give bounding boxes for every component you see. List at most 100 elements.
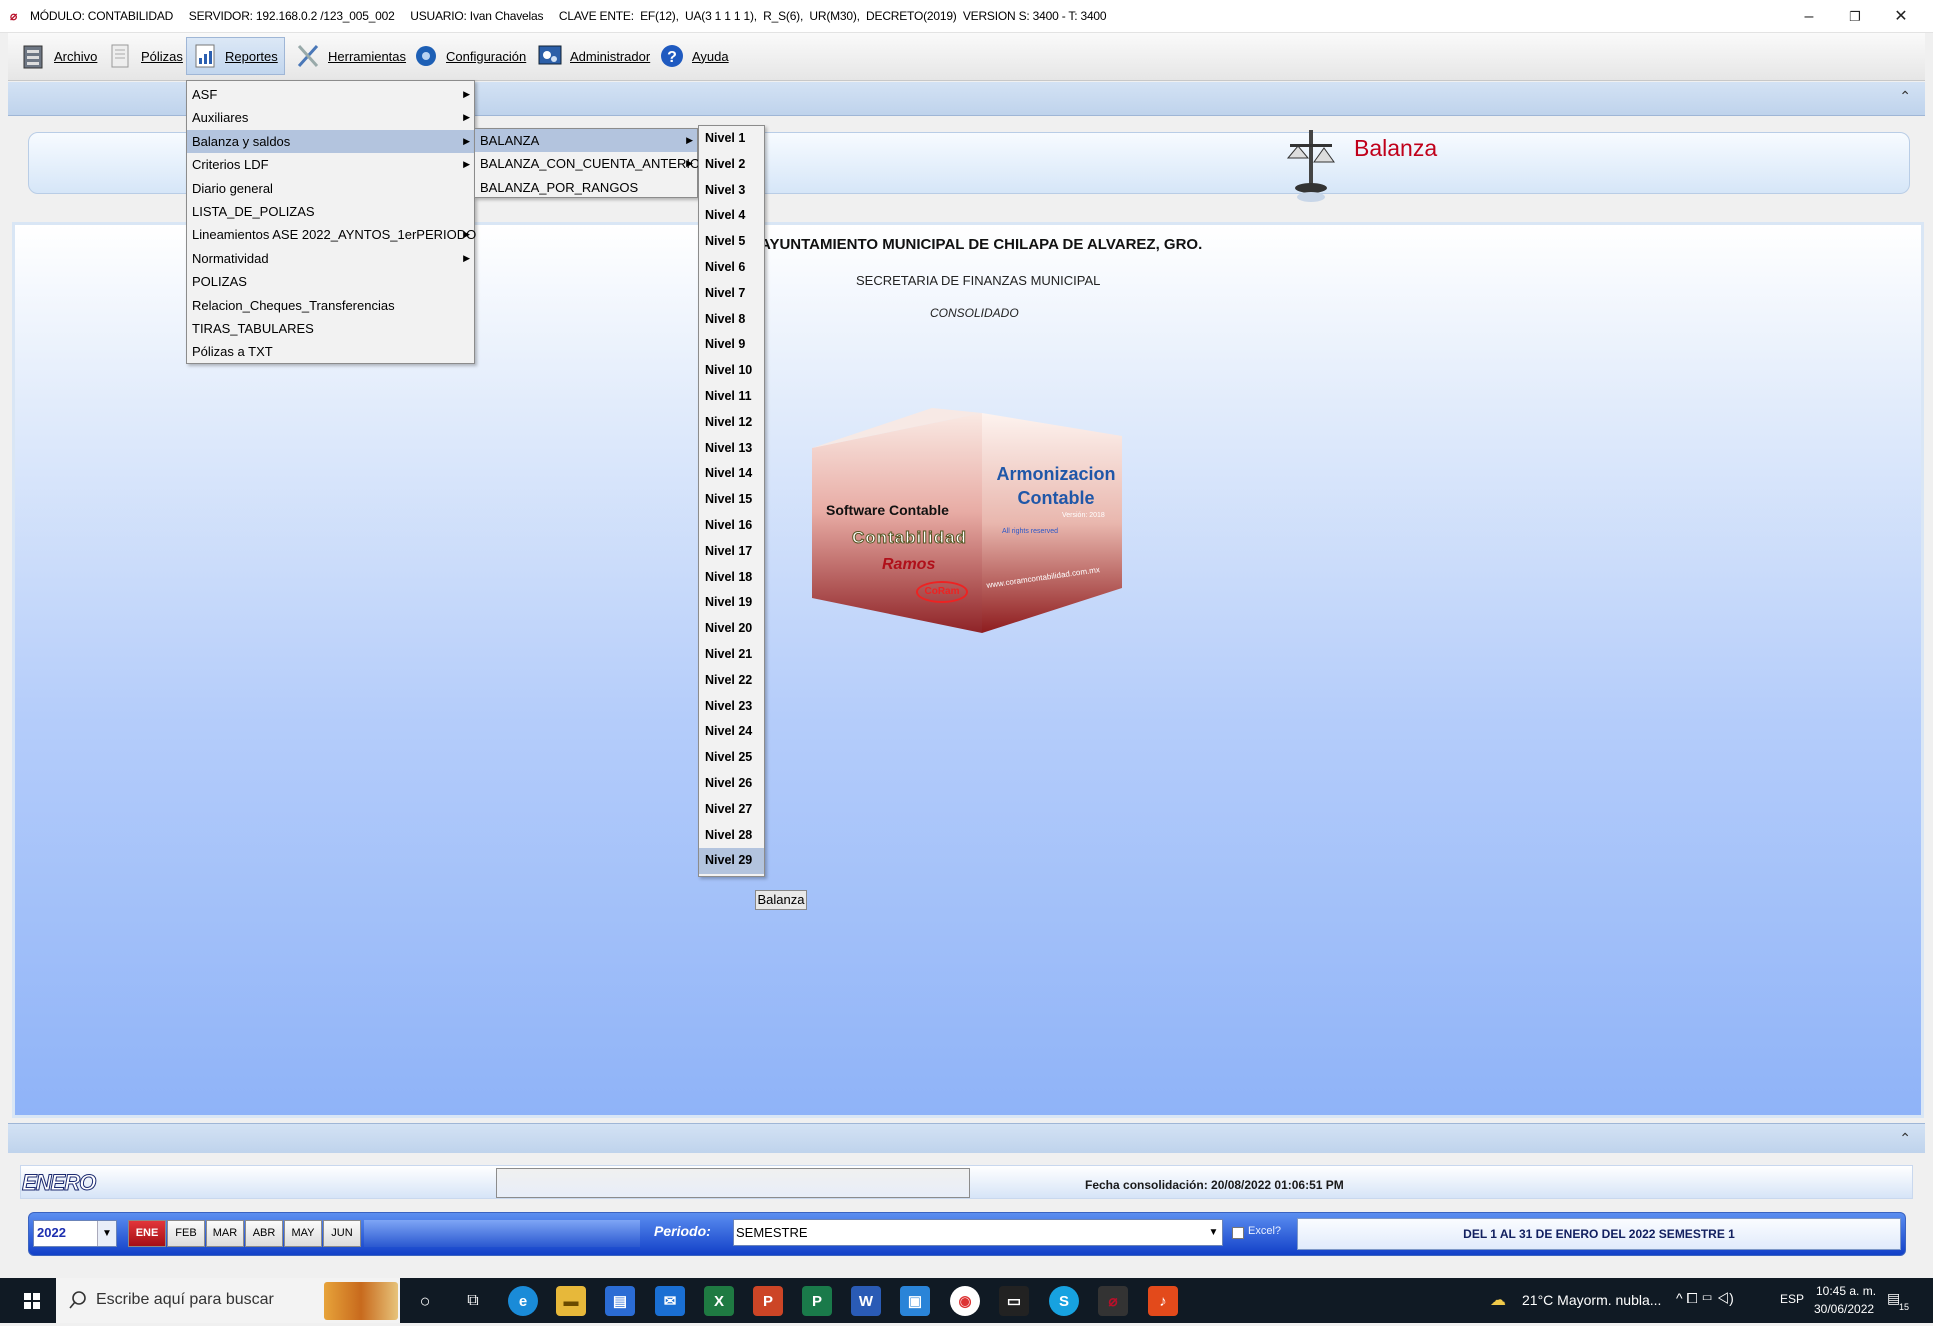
menu-item-auxiliares[interactable]: Auxiliares ▶ [187, 106, 474, 129]
menu-archivo[interactable]: Archivo [16, 37, 103, 75]
menu-item-nivel-13[interactable]: Nivel 13 [699, 436, 764, 462]
menu-configuracion[interactable]: Configuración [408, 37, 532, 75]
menu-item-balanza-con-cuenta-anterior[interactable]: BALANZA_CON_CUENTA_ANTERIOR ▶ [475, 152, 709, 175]
bottom-collapse-strip: ⌃ [8, 1123, 1925, 1153]
consolidation-date: Fecha consolidación: 20/08/2022 01:06:51… [1085, 1178, 1344, 1192]
menu-item-nivel-25[interactable]: Nivel 25 [699, 745, 764, 771]
menu-item-lista-de-polizas[interactable]: LISTA_DE_POLIZAS [187, 200, 474, 223]
windows-start-button[interactable] [10, 1278, 54, 1323]
collapse-up-icon[interactable]: ⌃ [1899, 88, 1911, 105]
edge-icon[interactable]: e [508, 1286, 538, 1316]
menu-item-nivel-26[interactable]: Nivel 26 [699, 771, 764, 797]
windows-logo-icon [24, 1293, 40, 1309]
chevron-down-icon-periodo[interactable]: ▼ [1204, 1220, 1223, 1245]
menu-ayuda[interactable]: ? Ayuda [654, 37, 735, 75]
menu-item-asf[interactable]: ASF ▶ [187, 83, 474, 106]
clock-date[interactable]: 30/06/2022 [1814, 1302, 1874, 1316]
menu-item-polizas-a-txt[interactable]: Pólizas a TXT [187, 340, 474, 363]
menu-item-nivel-17[interactable]: Nivel 17 [699, 539, 764, 565]
menu-item-polizas[interactable]: POLIZAS [187, 270, 474, 293]
menu-item-nivel-7[interactable]: Nivel 7 [699, 281, 764, 307]
menu-item-balanza-por-rangos[interactable]: BALANZA_POR_RANGOS [475, 176, 697, 199]
menu-item-normatividad[interactable]: Normatividad ▶ [187, 247, 474, 270]
cortana-icon[interactable]: ○ [410, 1286, 440, 1316]
menu-item-label: BALANZA_CON_CUENTA_ANTERIOR [480, 156, 710, 172]
menu-item-nivel-28[interactable]: Nivel 28 [699, 823, 764, 849]
periodo-select[interactable]: SEMESTRE [733, 1219, 1223, 1246]
menu-administrador[interactable]: Administrador [532, 37, 656, 75]
menu-item-tiras-tabulares[interactable]: TIRAS_TABULARES [187, 317, 474, 340]
contabilidad-app-icon[interactable]: ⌀ [1098, 1286, 1128, 1316]
menu-item-label: Nivel 29 [705, 853, 753, 868]
taskbar-search[interactable]: Escribe aquí para buscar [56, 1278, 400, 1323]
menu-item-relacion-cheques-transferencias[interactable]: Relacion_Cheques_Transferencias [187, 294, 474, 317]
file-explorer-icon[interactable]: ▬ [556, 1286, 586, 1316]
menu-item-nivel-10[interactable]: Nivel 10 [699, 358, 764, 384]
month-button-may[interactable]: MAY [284, 1220, 322, 1247]
language-indicator[interactable]: ESP [1780, 1292, 1804, 1306]
menu-item-nivel-19[interactable]: Nivel 19 [699, 590, 764, 616]
menu-item-balanza-y-saldos[interactable]: Balanza y saldos ▶ [187, 129, 474, 154]
excel-icon[interactable]: X [704, 1286, 734, 1316]
menu-item-nivel-27[interactable]: Nivel 27 [699, 797, 764, 823]
month-button-mar[interactable]: MAR [206, 1220, 244, 1247]
mail-icon[interactable]: ✉ [655, 1286, 685, 1316]
logo-version: Versión: 2018 [1062, 512, 1105, 519]
admin-icon [536, 41, 564, 71]
month-button-abr[interactable]: ABR [245, 1220, 283, 1247]
menu-item-nivel-14[interactable]: Nivel 14 [699, 461, 764, 487]
menu-item-nivel-16[interactable]: Nivel 16 [699, 513, 764, 539]
menu-herramientas[interactable]: Herramientas [290, 37, 412, 75]
menu-item-nivel-15[interactable]: Nivel 15 [699, 487, 764, 513]
menu-item-nivel-2[interactable]: Nivel 2 [699, 152, 764, 178]
restore-button[interactable]: ❐ [1832, 4, 1878, 30]
month-button-feb[interactable]: FEB [167, 1220, 205, 1247]
menu-item-nivel-20[interactable]: Nivel 20 [699, 616, 764, 642]
clock-time[interactable]: 10:45 a. m. [1816, 1284, 1876, 1298]
weather-text[interactable]: 21°C Mayorm. nubla... [1522, 1292, 1661, 1308]
close-button[interactable]: ✕ [1878, 4, 1924, 30]
menu-item-nivel-3[interactable]: Nivel 3 [699, 178, 764, 204]
menu-item-nivel-23[interactable]: Nivel 23 [699, 694, 764, 720]
balanza-button[interactable]: Balanza [755, 890, 807, 910]
menu-item-nivel-5[interactable]: Nivel 5 [699, 229, 764, 255]
menu-polizas[interactable]: Pólizas [103, 37, 189, 75]
menu-item-lineamientos-ase-2022-ayntos-1erperiodo[interactable]: Lineamientos ASE 2022_AYNTOS_1erPERIODO ▶ [187, 223, 476, 246]
menu-item-nivel-22[interactable]: Nivel 22 [699, 668, 764, 694]
tray-icons[interactable]: ^ ⧠ ▭ ◁) [1676, 1290, 1734, 1307]
pdf-app-icon[interactable]: ♪ [1148, 1286, 1178, 1316]
menu-item-label: BALANZA_POR_RANGOS [480, 179, 639, 195]
excel-checkbox[interactable] [1232, 1227, 1244, 1239]
terminal-icon[interactable]: ▭ [999, 1286, 1029, 1316]
menu-item-nivel-11[interactable]: Nivel 11 [699, 384, 764, 410]
task-view-icon[interactable]: ⧉ [458, 1286, 488, 1316]
menu-item-nivel-18[interactable]: Nivel 18 [699, 565, 764, 591]
menu-item-diario-general[interactable]: Diario general [187, 177, 474, 200]
chrome-icon[interactable]: ◉ [950, 1286, 980, 1316]
month-button-ene[interactable]: ENE [128, 1220, 166, 1247]
menu-item-nivel-4[interactable]: Nivel 4 [699, 203, 764, 229]
menu-item-nivel-21[interactable]: Nivel 21 [699, 642, 764, 668]
collapse-up-icon-bottom[interactable]: ⌃ [1899, 1130, 1911, 1147]
menu-item-label: Nivel 17 [705, 543, 753, 558]
menu-item-nivel-9[interactable]: Nivel 9 [699, 332, 764, 358]
menu-item-nivel-29[interactable]: Nivel 29 [699, 848, 764, 875]
menu-item-balanza[interactable]: BALANZA ▶ [475, 129, 697, 153]
menu-reportes[interactable]: Reportes [186, 37, 285, 75]
minimize-button[interactable]: – [1786, 4, 1832, 30]
word-icon[interactable]: W [851, 1286, 881, 1316]
powerpoint-icon[interactable]: P [753, 1286, 783, 1316]
menu-item-nivel-24[interactable]: Nivel 24 [699, 719, 764, 745]
project-icon[interactable]: P [802, 1286, 832, 1316]
menu-item-nivel-12[interactable]: Nivel 12 [699, 410, 764, 436]
store-icon[interactable]: ▤ [605, 1286, 635, 1316]
submenu-arrow-icon: ▶ [463, 89, 470, 99]
app-window-icon[interactable]: ▣ [900, 1286, 930, 1316]
skype-icon[interactable]: S [1049, 1286, 1079, 1316]
chevron-down-icon[interactable]: ▼ [97, 1221, 116, 1246]
month-button-jun[interactable]: JUN [323, 1220, 361, 1247]
menu-item-nivel-1[interactable]: Nivel 1 [699, 126, 764, 152]
menu-item-nivel-8[interactable]: Nivel 8 [699, 307, 764, 333]
menu-item-nivel-6[interactable]: Nivel 6 [699, 255, 764, 281]
menu-item-criterios-ldf[interactable]: Criterios LDF ▶ [187, 153, 474, 176]
